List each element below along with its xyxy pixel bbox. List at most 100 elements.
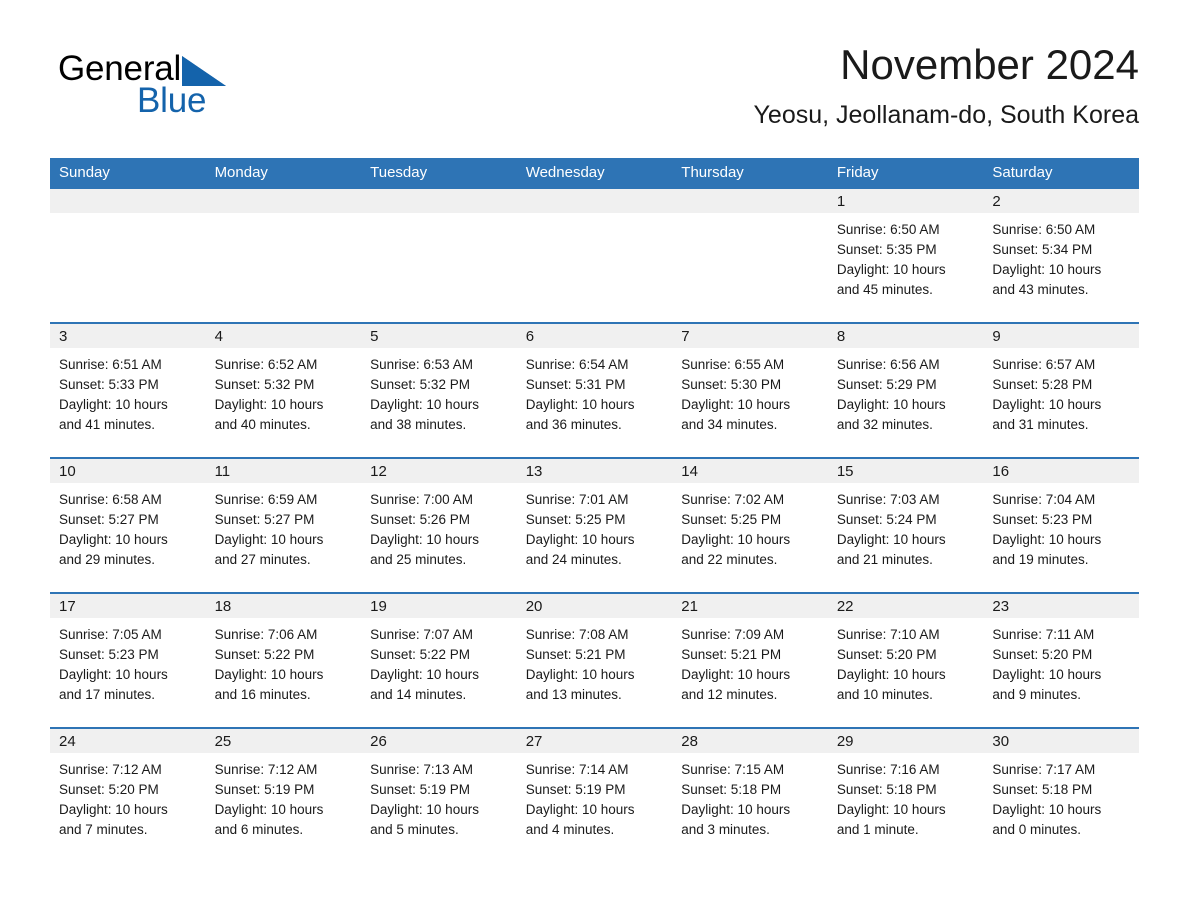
daylight-text-line1: Daylight: 10 hours xyxy=(836,397,946,412)
day-number xyxy=(516,189,673,213)
weekday-tuesday: Tuesday xyxy=(370,164,428,181)
day-cell[interactable]: 20 Sunrise: 7:08 AM Sunset: 5:21 PM Dayligh… xyxy=(516,594,673,727)
day-cell[interactable]: 2 Sunrise: 6:50 AM Sunset: 5:34 PM Daylight… xyxy=(983,189,1139,322)
day-cell[interactable]: 10 Sunrise: 6:58 AM Sunset: 5:27 PM Dayligh… xyxy=(50,459,206,592)
day-cell[interactable]: 12 Sunrise: 7:00 AM Sunset: 5:26 PM Dayligh… xyxy=(361,459,517,592)
day-number: 26 xyxy=(361,729,517,753)
day-number: 18 xyxy=(205,594,362,618)
day-cell[interactable]: 4 Sunrise: 6:52 AM Sunset: 5:32 PM Daylight… xyxy=(205,324,362,457)
sunset-text: Sunset: 5:34 PM xyxy=(992,242,1093,257)
day-number: 21 xyxy=(672,594,828,618)
day-cell[interactable]: 17 Sunrise: 7:05 AM Sunset: 5:23 PM Dayligh… xyxy=(50,594,206,727)
day-cell[interactable]: 25 Sunrise: 7:12 AM Sunset: 5:19 PM Dayligh… xyxy=(205,729,362,847)
day-number: 2 xyxy=(983,189,1139,213)
sunset-text: Sunset: 5:31 PM xyxy=(525,377,626,392)
day-cell[interactable]: 19 Sunrise: 7:07 AM Sunset: 5:22 PM Dayligh… xyxy=(361,594,517,727)
day-details: Sunrise: 6:50 AM Sunset: 5:35 PM Daylight:… xyxy=(828,213,984,300)
day-cell[interactable]: 7 Sunrise: 6:55 AM Sunset: 5:30 PM Daylight… xyxy=(672,324,828,457)
day-number: 1 xyxy=(827,189,984,213)
day-details: Sunrise: 7:01 AM Sunset: 5:25 PM Daylight:… xyxy=(517,483,673,570)
daylight-text-line2: and 32 minutes. xyxy=(836,417,933,432)
day-cell[interactable]: 30 Sunrise: 7:17 AM Sunset: 5:18 PM Dayligh… xyxy=(983,729,1139,847)
page-subtitle: Yeosu, Jeollanam-do, South Korea xyxy=(753,101,1139,129)
sunrise-text: Sunrise: 7:15 AM xyxy=(681,762,785,777)
day-details xyxy=(361,213,517,220)
title-block: November 2024 Yeosu, Jeollanam-do, South… xyxy=(754,40,1139,132)
day-cell[interactable]: 1 Sunrise: 6:50 AM Sunset: 5:35 PM Daylight… xyxy=(827,189,984,322)
day-cell[interactable]: 11 Sunrise: 6:59 AM Sunset: 5:27 PM Dayligh… xyxy=(205,459,362,592)
day-details: Sunrise: 7:12 AM Sunset: 5:20 PM Daylight:… xyxy=(50,753,206,840)
sunrise-text: Sunrise: 7:09 AM xyxy=(681,627,785,642)
day-number: 9 xyxy=(983,324,1139,348)
day-number: 7 xyxy=(672,324,828,348)
day-cell[interactable]: 15 Sunrise: 7:03 AM Sunset: 5:24 PM Dayligh… xyxy=(827,459,984,592)
day-cell[interactable]: 18 Sunrise: 7:06 AM Sunset: 5:22 PM Dayligh… xyxy=(205,594,362,727)
day-number: 10 xyxy=(50,459,206,483)
day-cell[interactable]: 29 Sunrise: 7:16 AM Sunset: 5:18 PM Dayligh… xyxy=(827,729,984,847)
day-cell[interactable]: 3 Sunrise: 6:51 AM Sunset: 5:33 PM Daylight… xyxy=(50,324,206,457)
daylight-text-line2: and 41 minutes. xyxy=(59,417,156,432)
day-cell[interactable]: 28 Sunrise: 7:15 AM Sunset: 5:18 PM Dayligh… xyxy=(672,729,828,847)
day-cell[interactable]: 13 Sunrise: 7:01 AM Sunset: 5:25 PM Dayligh… xyxy=(516,459,673,592)
day-cell[interactable]: 6 Sunrise: 6:54 AM Sunset: 5:31 PM Daylight… xyxy=(516,324,673,457)
sunrise-text: Sunrise: 6:59 AM xyxy=(214,492,318,507)
sunrise-text: Sunrise: 6:58 AM xyxy=(59,492,162,507)
day-cell[interactable]: 21 Sunrise: 7:09 AM Sunset: 5:21 PM Dayligh… xyxy=(672,594,828,727)
day-cell[interactable]: 22 Sunrise: 7:10 AM Sunset: 5:20 PM Dayligh… xyxy=(827,594,984,727)
daylight-text-line2: and 12 minutes. xyxy=(681,687,778,702)
day-number: 8 xyxy=(827,324,984,348)
day-details: Sunrise: 7:10 AM Sunset: 5:20 PM Daylight:… xyxy=(828,618,984,705)
sunset-text: Sunset: 5:22 PM xyxy=(370,647,470,662)
day-details: Sunrise: 7:15 AM Sunset: 5:18 PM Daylight:… xyxy=(672,753,828,840)
day-cell[interactable]: 8 Sunrise: 6:56 AM Sunset: 5:29 PM Daylight… xyxy=(827,324,984,457)
day-cell-empty xyxy=(205,189,362,322)
daylight-text-line1: Daylight: 10 hours xyxy=(836,532,946,547)
day-cell[interactable]: 9 Sunrise: 6:57 AM Sunset: 5:28 PM Daylight… xyxy=(983,324,1139,457)
day-cell[interactable]: 16 Sunrise: 7:04 AM Sunset: 5:23 PM Dayligh… xyxy=(983,459,1139,592)
day-details: Sunrise: 7:13 AM Sunset: 5:19 PM Daylight:… xyxy=(361,753,517,840)
daylight-text-line2: and 7 minutes. xyxy=(59,822,148,837)
calendar-grid: Sunday Monday Tuesday Wednesday Thursday… xyxy=(50,158,1139,847)
sunset-text: Sunset: 5:25 PM xyxy=(525,512,626,527)
daylight-text-line2: and 21 minutes. xyxy=(836,552,933,567)
day-details: Sunrise: 7:04 AM Sunset: 5:23 PM Daylight:… xyxy=(983,483,1139,570)
daylight-text-line1: Daylight: 10 hours xyxy=(59,667,168,682)
day-cell[interactable]: 5 Sunrise: 6:53 AM Sunset: 5:32 PM Daylight… xyxy=(361,324,517,457)
day-cell[interactable]: 27 Sunrise: 7:14 AM Sunset: 5:19 PM Dayligh… xyxy=(516,729,673,847)
daylight-text-line2: and 10 minutes. xyxy=(836,687,933,702)
daylight-text-line2: and 34 minutes. xyxy=(681,417,778,432)
day-cell[interactable]: 14 Sunrise: 7:02 AM Sunset: 5:25 PM Dayligh… xyxy=(672,459,828,592)
daylight-text-line2: and 19 minutes. xyxy=(992,552,1089,567)
daylight-text-line2: and 1 minute. xyxy=(836,822,919,837)
daylight-text-line1: Daylight: 10 hours xyxy=(370,667,479,682)
day-cell-empty xyxy=(50,189,206,322)
sunrise-text: Sunrise: 7:12 AM xyxy=(59,762,162,777)
daylight-text-line1: Daylight: 10 hours xyxy=(525,532,635,547)
sunrise-text: Sunrise: 7:16 AM xyxy=(836,762,940,777)
daylight-text-line1: Daylight: 10 hours xyxy=(525,802,635,817)
day-details: Sunrise: 7:08 AM Sunset: 5:21 PM Daylight:… xyxy=(517,618,673,705)
sunrise-text: Sunrise: 6:57 AM xyxy=(992,357,1096,372)
logo-text-blue: Blue xyxy=(137,81,207,120)
daylight-text-line2: and 9 minutes. xyxy=(992,687,1081,702)
sunset-text: Sunset: 5:20 PM xyxy=(992,647,1093,662)
day-number: 25 xyxy=(205,729,362,753)
weekday-header-row: Sunday Monday Tuesday Wednesday Thursday… xyxy=(50,158,1139,189)
daylight-text-line1: Daylight: 10 hours xyxy=(681,397,791,412)
day-cell[interactable]: 26 Sunrise: 7:13 AM Sunset: 5:19 PM Dayligh… xyxy=(361,729,517,847)
sunset-text: Sunset: 5:21 PM xyxy=(681,647,782,662)
daylight-text-line2: and 6 minutes. xyxy=(214,822,304,837)
day-details xyxy=(672,213,828,220)
daylight-text-line1: Daylight: 10 hours xyxy=(370,802,479,817)
daylight-text-line2: and 5 minutes. xyxy=(370,822,459,837)
sunrise-text: Sunrise: 6:56 AM xyxy=(836,357,940,372)
day-number: 16 xyxy=(983,459,1139,483)
sunrise-text: Sunrise: 7:00 AM xyxy=(370,492,473,507)
sunset-text: Sunset: 5:27 PM xyxy=(214,512,315,527)
day-cell[interactable]: 24 Sunrise: 7:12 AM Sunset: 5:20 PM Dayligh… xyxy=(50,729,206,847)
day-number: 24 xyxy=(50,729,206,753)
sunset-text: Sunset: 5:35 PM xyxy=(836,242,937,257)
day-cell[interactable]: 23 Sunrise: 7:11 AM Sunset: 5:20 PM Dayligh… xyxy=(983,594,1139,727)
generalblue-logo[interactable]: General Blue xyxy=(58,50,288,128)
day-details: Sunrise: 6:55 AM Sunset: 5:30 PM Daylight:… xyxy=(672,348,828,435)
